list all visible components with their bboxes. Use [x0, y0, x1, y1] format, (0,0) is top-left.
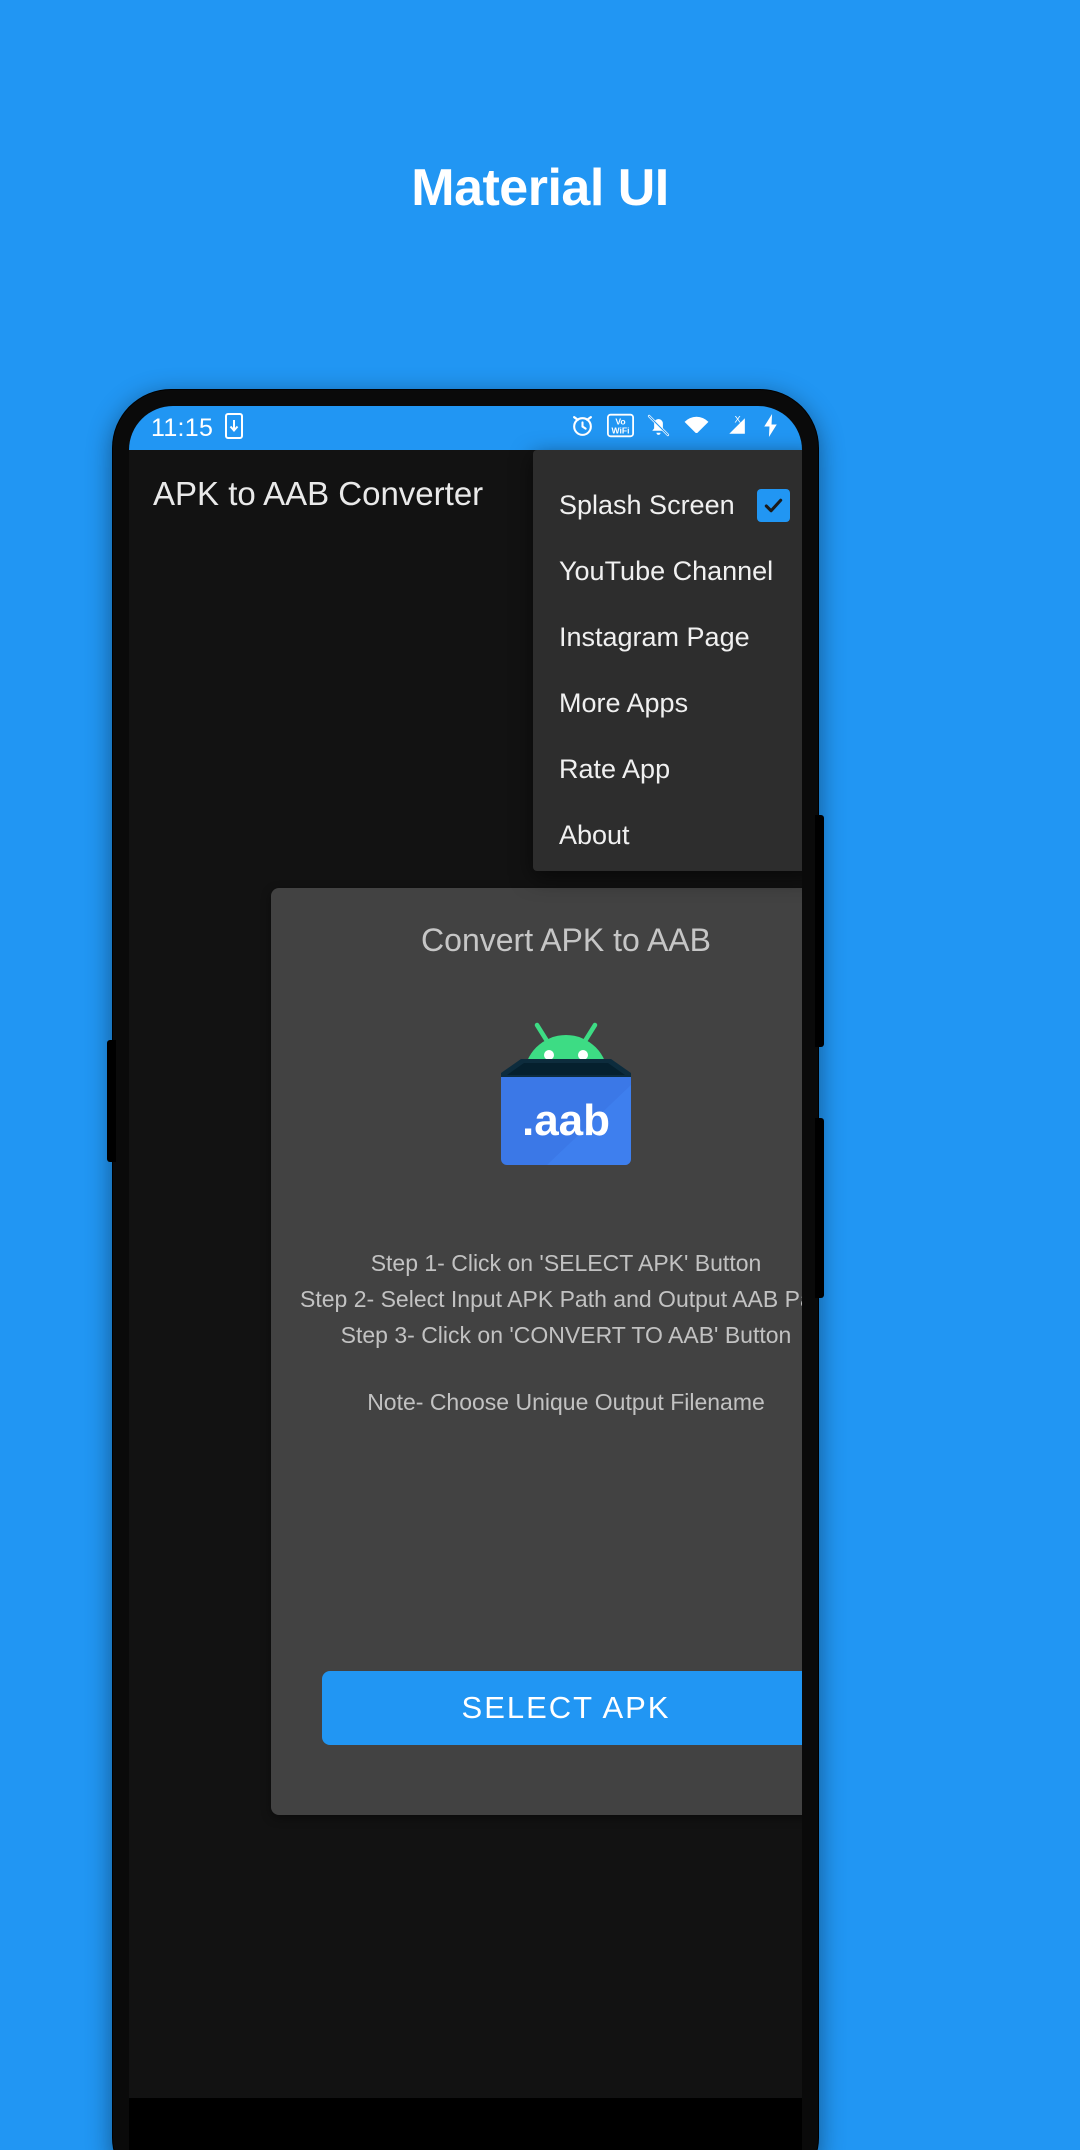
navigation-bar	[129, 2098, 802, 2150]
bell-off-icon	[646, 413, 671, 443]
menu-item-about[interactable]: About	[533, 802, 802, 868]
menu-item-instagram-page[interactable]: Instagram Page	[533, 604, 802, 670]
svg-text:WiFi: WiFi	[612, 426, 630, 436]
app-bar-title: APK to AAB Converter	[153, 475, 484, 512]
menu-item-label: About	[559, 819, 630, 850]
status-bar: 11:15 Vo WiFi X	[129, 406, 802, 450]
page-title: Material UI	[411, 159, 669, 217]
menu-item-label: Rate App	[559, 753, 671, 784]
menu-item-label: YouTube Channel	[559, 555, 774, 586]
charging-bolt-icon	[761, 413, 780, 443]
menu-item-more-apps[interactable]: More Apps	[533, 670, 802, 736]
wifi-icon	[683, 413, 710, 443]
phone-device-frame: 11:15 Vo WiFi X APK to AAB Converter Con…	[107, 390, 824, 2150]
menu-item-youtube-channel[interactable]: YouTube Channel	[533, 538, 802, 604]
step-1: Step 1- Click on 'SELECT APK' Button	[370, 1250, 762, 1276]
status-bar-left: 11:15	[151, 412, 244, 444]
aab-logo: .aab	[271, 1007, 802, 1167]
overflow-menu[interactable]: Splash Screen YouTube Channel Instagram …	[533, 450, 802, 871]
menu-item-rate-app[interactable]: Rate App	[533, 736, 802, 802]
signal-x-icon: X	[722, 413, 749, 443]
svg-text:X: X	[734, 414, 741, 424]
card-title: Convert APK to AAB	[421, 922, 711, 958]
step-3: Step 3- Click on 'CONVERT TO AAB' Button	[340, 1322, 792, 1348]
phone-left-hardware-button[interactable]	[107, 1040, 116, 1162]
note-text: Note- Choose Unique Output Filename	[367, 1389, 765, 1415]
phone-volume-hardware-button[interactable]	[815, 815, 824, 1047]
phone-power-hardware-button[interactable]	[815, 1118, 824, 1298]
menu-item-label: More Apps	[559, 687, 689, 718]
converter-card: Convert APK to AAB .aab Step 1- Click on…	[271, 888, 802, 1815]
menu-item-label: Instagram Page	[559, 621, 750, 652]
steps-list: Step 1- Click on 'SELECT APK' Button Ste…	[271, 1245, 802, 1353]
status-bar-right: Vo WiFi X	[570, 413, 780, 443]
phone-screen: 11:15 Vo WiFi X APK to AAB Converter Con…	[129, 406, 802, 2150]
device-icon	[225, 412, 244, 444]
select-apk-button[interactable]: SELECT APK	[322, 1671, 802, 1745]
splash-screen-checkbox[interactable]	[757, 488, 790, 522]
menu-item-splash-screen[interactable]: Splash Screen	[533, 472, 802, 538]
svg-text:.aab: .aab	[522, 1096, 610, 1145]
step-2: Step 2- Select Input APK Path and Output…	[300, 1286, 802, 1312]
alarm-icon	[570, 413, 595, 443]
status-bar-clock: 11:15	[151, 413, 214, 442]
vowifi-icon: Vo WiFi	[607, 413, 634, 443]
menu-item-label: Splash Screen	[559, 489, 735, 520]
